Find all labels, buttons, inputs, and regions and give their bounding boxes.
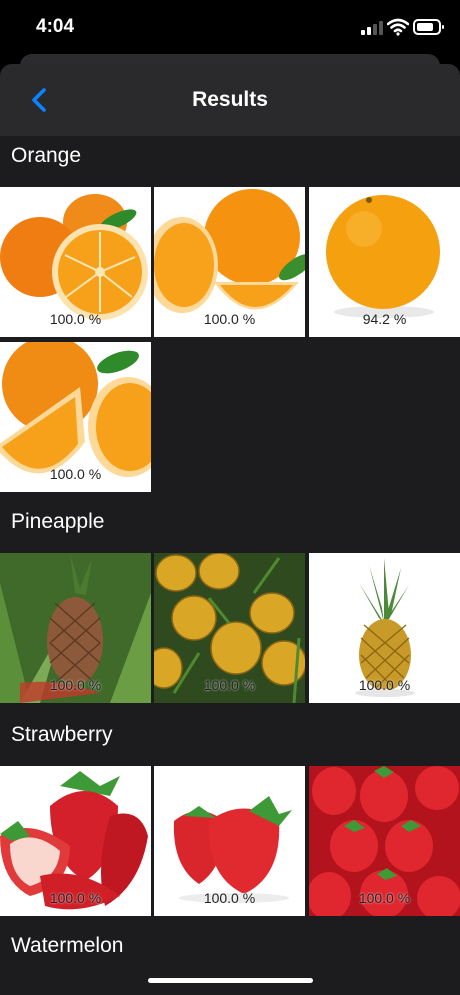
section-title-strawberry: Strawberry (11, 723, 113, 746)
confidence-label: 100.0 % (358, 890, 411, 906)
confidence-label: 100.0 % (203, 311, 256, 327)
result-image-tile[interactable]: 100.0 % (154, 553, 305, 703)
home-indicator (148, 978, 313, 983)
wifi-icon (387, 18, 409, 36)
section-title-pineapple: Pineapple (11, 510, 105, 533)
confidence-label: 100.0 % (358, 677, 411, 693)
navigation-bar: Results (0, 64, 460, 136)
confidence-label: 94.2 % (362, 311, 407, 327)
result-image-tile[interactable]: 100.0 % (0, 766, 151, 916)
result-image-tile[interactable]: 100.0 % (0, 553, 151, 703)
confidence-label: 100.0 % (49, 311, 102, 327)
result-image-tile[interactable]: 100.0 % (309, 766, 460, 916)
results-sheet: Results Orange 100.0 % 100.0 % 94.2 % 10… (0, 64, 460, 995)
status-bar: 4:04 (0, 0, 460, 56)
result-image-tile[interactable]: 100.0 % (154, 187, 305, 337)
result-image-tile[interactable]: 100.0 % (0, 187, 151, 337)
cellular-signal-icon (361, 21, 383, 35)
section-title-watermelon: Watermelon (11, 934, 124, 957)
confidence-label: 100.0 % (49, 466, 102, 482)
battery-icon (413, 19, 444, 35)
confidence-label: 100.0 % (203, 677, 256, 693)
confidence-label: 100.0 % (203, 890, 256, 906)
confidence-label: 100.0 % (49, 677, 102, 693)
result-image-tile[interactable]: 100.0 % (309, 553, 460, 703)
section-title-orange: Orange (11, 144, 82, 167)
status-time: 4:04 (36, 16, 75, 37)
result-image-tile[interactable]: 100.0 % (154, 766, 305, 916)
confidence-label: 100.0 % (49, 890, 102, 906)
result-image-tile[interactable]: 94.2 % (309, 187, 460, 337)
page-title: Results (192, 88, 268, 111)
result-image-tile[interactable]: 100.0 % (0, 342, 151, 492)
